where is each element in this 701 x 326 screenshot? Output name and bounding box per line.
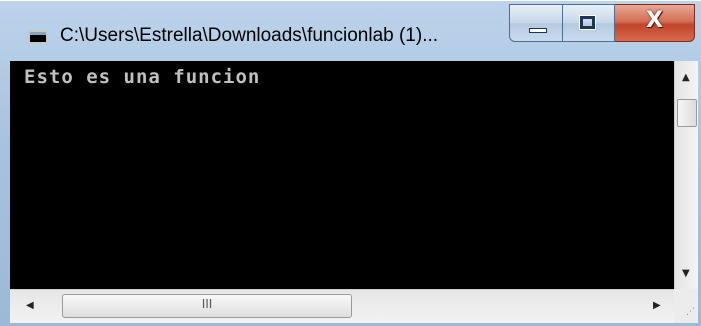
console-output-area[interactable]: Esto es una funcion (10, 61, 674, 289)
horizontal-scroll-thumb[interactable]: III (62, 294, 352, 318)
window-title: C:\Users\Estrella\Downloads\funcionlab (… (60, 25, 439, 46)
title-bar[interactable]: C:\Users\Estrella\Downloads\funcionlab (… (0, 1, 701, 61)
minimize-icon (529, 28, 547, 33)
scroll-right-arrow-icon[interactable]: ▶ (653, 301, 661, 311)
vertical-scrollbar[interactable]: ▲ ▼ (674, 61, 698, 289)
console-window: C:\Users\Estrella\Downloads\funcionlab (… (0, 0, 701, 326)
scroll-down-arrow-icon[interactable]: ▼ (682, 269, 690, 279)
scroll-left-arrow-icon[interactable]: ◀ (26, 301, 34, 311)
resize-grip[interactable]: ⋰ (674, 289, 698, 323)
resize-grip-icon: ⋰ (686, 307, 695, 317)
maximize-icon (579, 15, 596, 30)
close-button[interactable]: X (615, 4, 695, 42)
console-client-area: Esto es una funcion ▲ ▼ ◀ III ▶ ⋰ (10, 61, 698, 323)
vertical-scroll-thumb[interactable] (677, 99, 697, 127)
maximize-button[interactable] (563, 4, 615, 42)
console-window-icon[interactable] (28, 30, 48, 44)
console-output-line: Esto es una funcion (24, 66, 261, 88)
close-icon: X (646, 8, 663, 33)
horizontal-scrollbar[interactable]: ◀ III ▶ (10, 289, 674, 323)
grip-lines-icon: III (201, 297, 213, 311)
caption-buttons: X (509, 4, 695, 42)
scroll-up-arrow-icon[interactable]: ▲ (682, 73, 690, 83)
minimize-button[interactable] (509, 4, 563, 42)
